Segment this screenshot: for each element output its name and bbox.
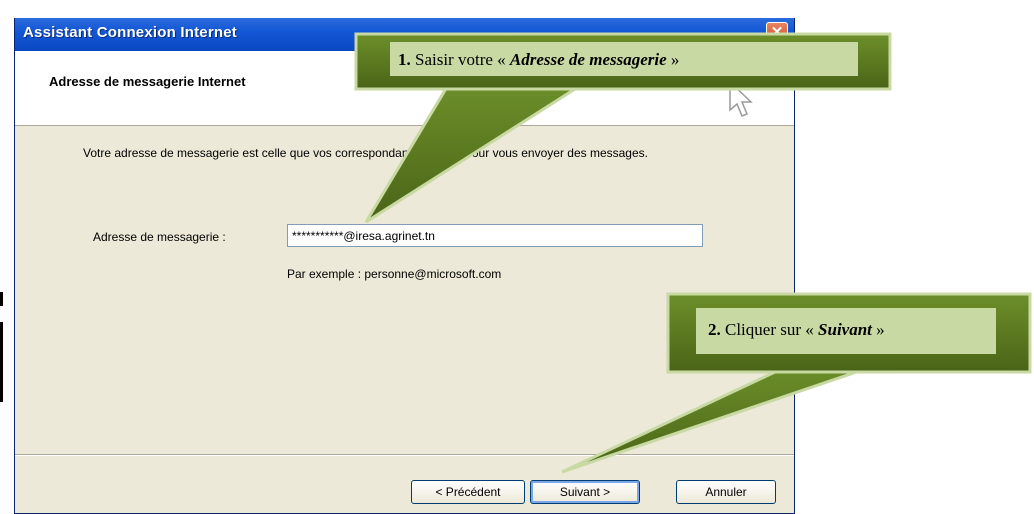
callout-1-text: 1. Saisir votre « Adresse de messagerie … xyxy=(398,50,679,70)
callout-2-emphasis: Suivant xyxy=(818,320,872,339)
callout-1-emphasis: Adresse de messagerie xyxy=(509,50,667,69)
callout-2-pointer xyxy=(561,362,881,474)
callout-1-before: Saisir votre « xyxy=(410,50,510,69)
callout-1-pointer xyxy=(364,80,592,224)
callout-2-before: Cliquer sur « xyxy=(720,320,819,339)
callout-2-after: » xyxy=(871,320,885,339)
callout-1-after: » xyxy=(666,50,680,69)
callout-2-number: 2. xyxy=(708,320,721,339)
callout-2-text: 2. Cliquer sur « Suivant » xyxy=(708,320,885,340)
callout-1-shape xyxy=(354,32,1032,474)
callout-1-number: 1. xyxy=(398,50,411,69)
